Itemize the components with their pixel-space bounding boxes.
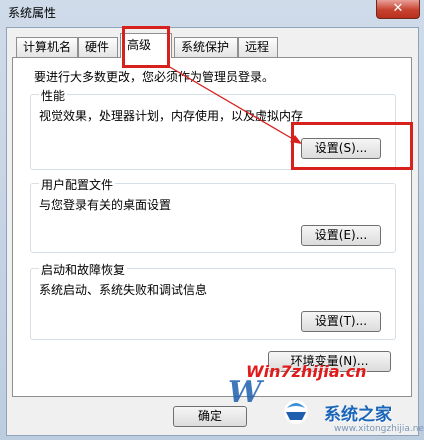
system-properties-window: 系统属性 ✕ 计算机名 硬件 高级 系统保护 远程 要进行大多数更改，您必须作为… xyxy=(0,0,424,440)
watermark-url: Win7zhijia.cn xyxy=(246,362,367,381)
watermark-brand: 系统之家 xyxy=(324,405,392,425)
watermark-site: www.xitongzhijia.net xyxy=(334,424,424,434)
